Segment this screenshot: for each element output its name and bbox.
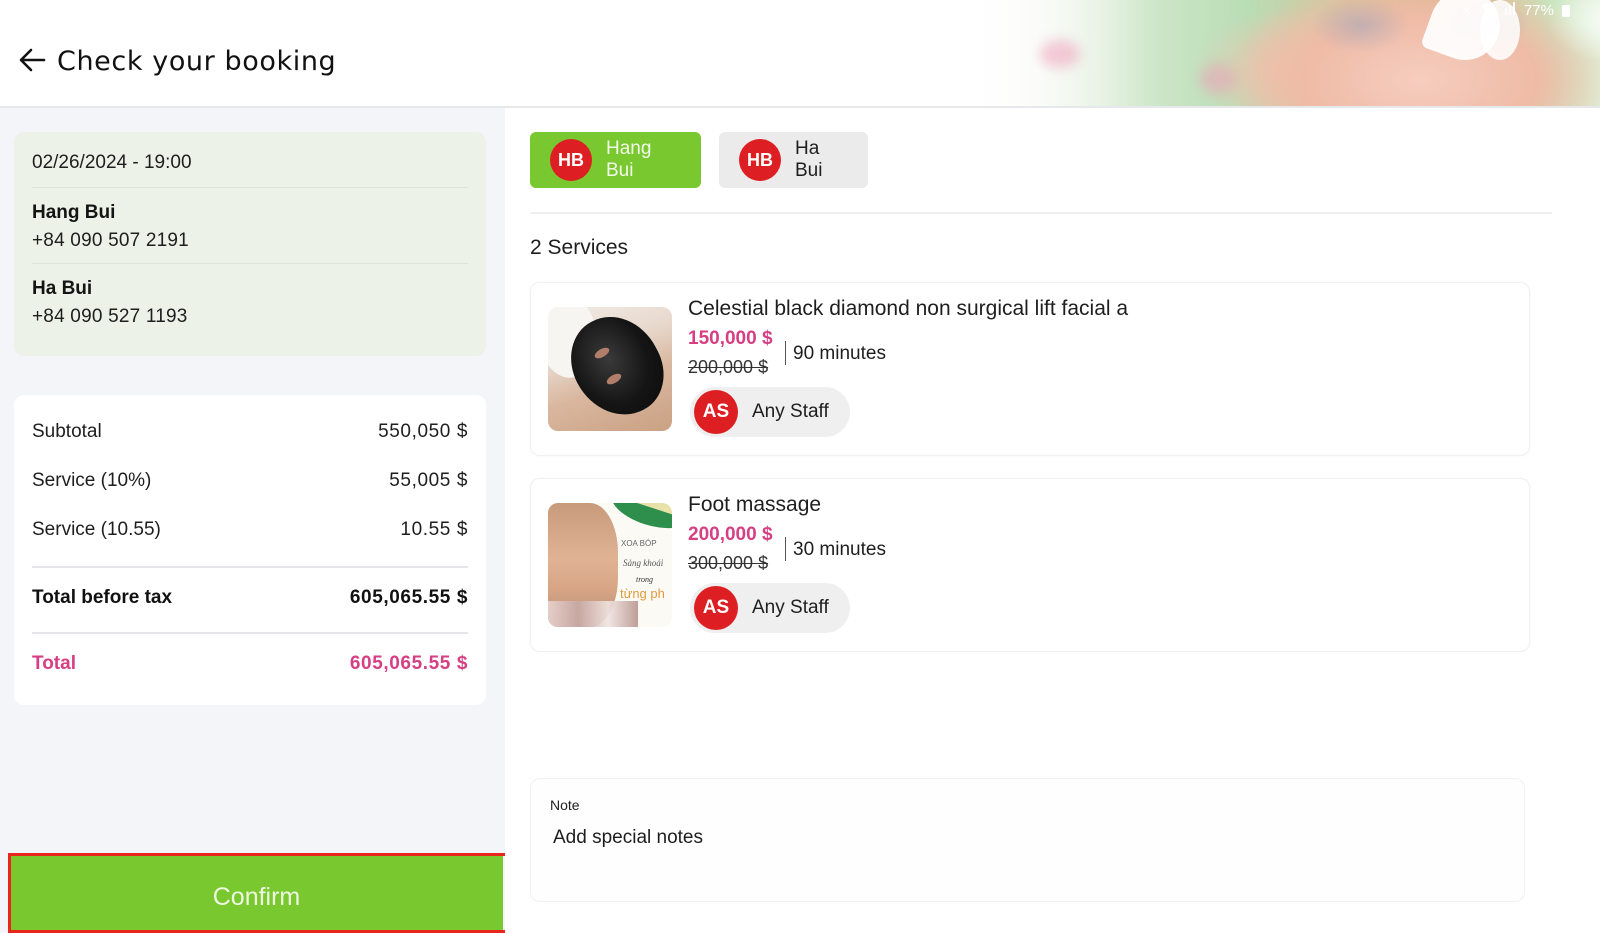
wifi-icon (1480, 2, 1496, 19)
divider (530, 212, 1552, 214)
app-header: ✕ 77% Check your booking (0, 0, 1600, 108)
guest-tab-label: Ha Bui (795, 138, 823, 181)
service-thumbnail-facial (548, 307, 672, 431)
guest-phone: +84 090 527 1193 (32, 306, 188, 327)
summary-label: Service (10%) (32, 470, 152, 491)
battery-icon (1562, 4, 1570, 17)
service-old-price: 300,000 $ (688, 553, 769, 573)
summary-row-subtotal: Subtotal 550,050 $ (32, 421, 468, 443)
summary-value: 550,050 $ (378, 421, 468, 442)
service-old-price: 200,000 $ (688, 357, 769, 377)
guest-tab-hang-bui[interactable]: HB Hang Bui (530, 132, 701, 188)
service-duration: 90 minutes (793, 343, 886, 364)
services-count: 2 Services (530, 236, 629, 259)
service-card[interactable]: Celestial black diamond non surgical lif… (530, 282, 1530, 456)
confirm-button[interactable]: Confirm (10, 856, 503, 933)
summary-label: Subtotal (32, 421, 102, 442)
note-input[interactable] (553, 823, 1493, 853)
guest-tab-label: Hang Bui (606, 138, 652, 181)
service-thumbnail-massage: XOA BÓP Sảng khoái trong từng ph (548, 503, 672, 627)
service-duration: 30 minutes (793, 539, 886, 560)
divider (32, 632, 468, 634)
summary-value: 605,065.55 $ (349, 653, 468, 674)
avatar: HB (550, 139, 592, 181)
guest-phone: +84 090 507 2191 (32, 230, 189, 251)
services-panel: HB Hang Bui HB Ha Bui 2 Services Celesti… (505, 108, 1600, 933)
page-title: Check your booking (57, 46, 337, 77)
summary-row-service-fixed: Service (10.55) 10.55 $ (32, 519, 468, 541)
battery-percent: 77% (1523, 2, 1554, 19)
summary-row-total: Total 605,065.55 $ (32, 653, 468, 675)
staff-name: Any Staff (752, 401, 829, 422)
note-field[interactable]: Note (530, 778, 1525, 902)
staff-selector[interactable]: AS Any Staff (690, 387, 850, 437)
divider (32, 263, 468, 264)
mute-icon: ✕ (1461, 2, 1472, 18)
avatar: HB (739, 139, 781, 181)
status-bar: ✕ 77% (1461, 2, 1570, 19)
summary-value: 10.55 $ (400, 519, 468, 540)
service-title: Foot massage (688, 493, 822, 516)
divider (785, 341, 786, 365)
booking-info-card: 02/26/2024 - 19:00 Hang Bui +84 090 507 … (14, 132, 486, 356)
booking-datetime: 02/26/2024 - 19:00 (32, 152, 192, 173)
arrow-left-icon (19, 48, 46, 72)
avatar: AS (694, 586, 738, 630)
service-price: 200,000 $ (688, 524, 773, 545)
price-summary-card: Subtotal 550,050 $ Service (10%) 55,005 … (14, 395, 486, 705)
booking-summary-panel: 02/26/2024 - 19:00 Hang Bui +84 090 507 … (0, 108, 513, 933)
divider (785, 537, 786, 561)
back-button[interactable] (16, 44, 48, 76)
guest-name: Ha Bui (32, 278, 93, 299)
summary-label: Total before tax (32, 587, 173, 608)
summary-label: Service (10.55) (32, 519, 161, 540)
service-title: Celestial black diamond non surgical lif… (688, 297, 1129, 320)
summary-value: 55,005 $ (389, 470, 468, 491)
divider (32, 566, 468, 568)
avatar: AS (694, 390, 738, 434)
staff-name: Any Staff (752, 597, 829, 618)
service-card[interactable]: XOA BÓP Sảng khoái trong từng ph Foot ma… (530, 478, 1530, 652)
staff-selector[interactable]: AS Any Staff (690, 583, 850, 633)
guest-tab-ha-bui[interactable]: HB Ha Bui (719, 132, 868, 188)
summary-row-service-percent: Service (10%) 55,005 $ (32, 470, 468, 492)
divider (32, 187, 468, 188)
note-label: Note (550, 797, 580, 813)
signal-icon (1504, 2, 1516, 19)
summary-label: Total (32, 653, 76, 674)
summary-value: 605,065.55 $ (349, 587, 468, 608)
service-price: 150,000 $ (688, 328, 773, 349)
summary-row-total-before-tax: Total before tax 605,065.55 $ (32, 587, 468, 609)
guest-name: Hang Bui (32, 202, 116, 223)
